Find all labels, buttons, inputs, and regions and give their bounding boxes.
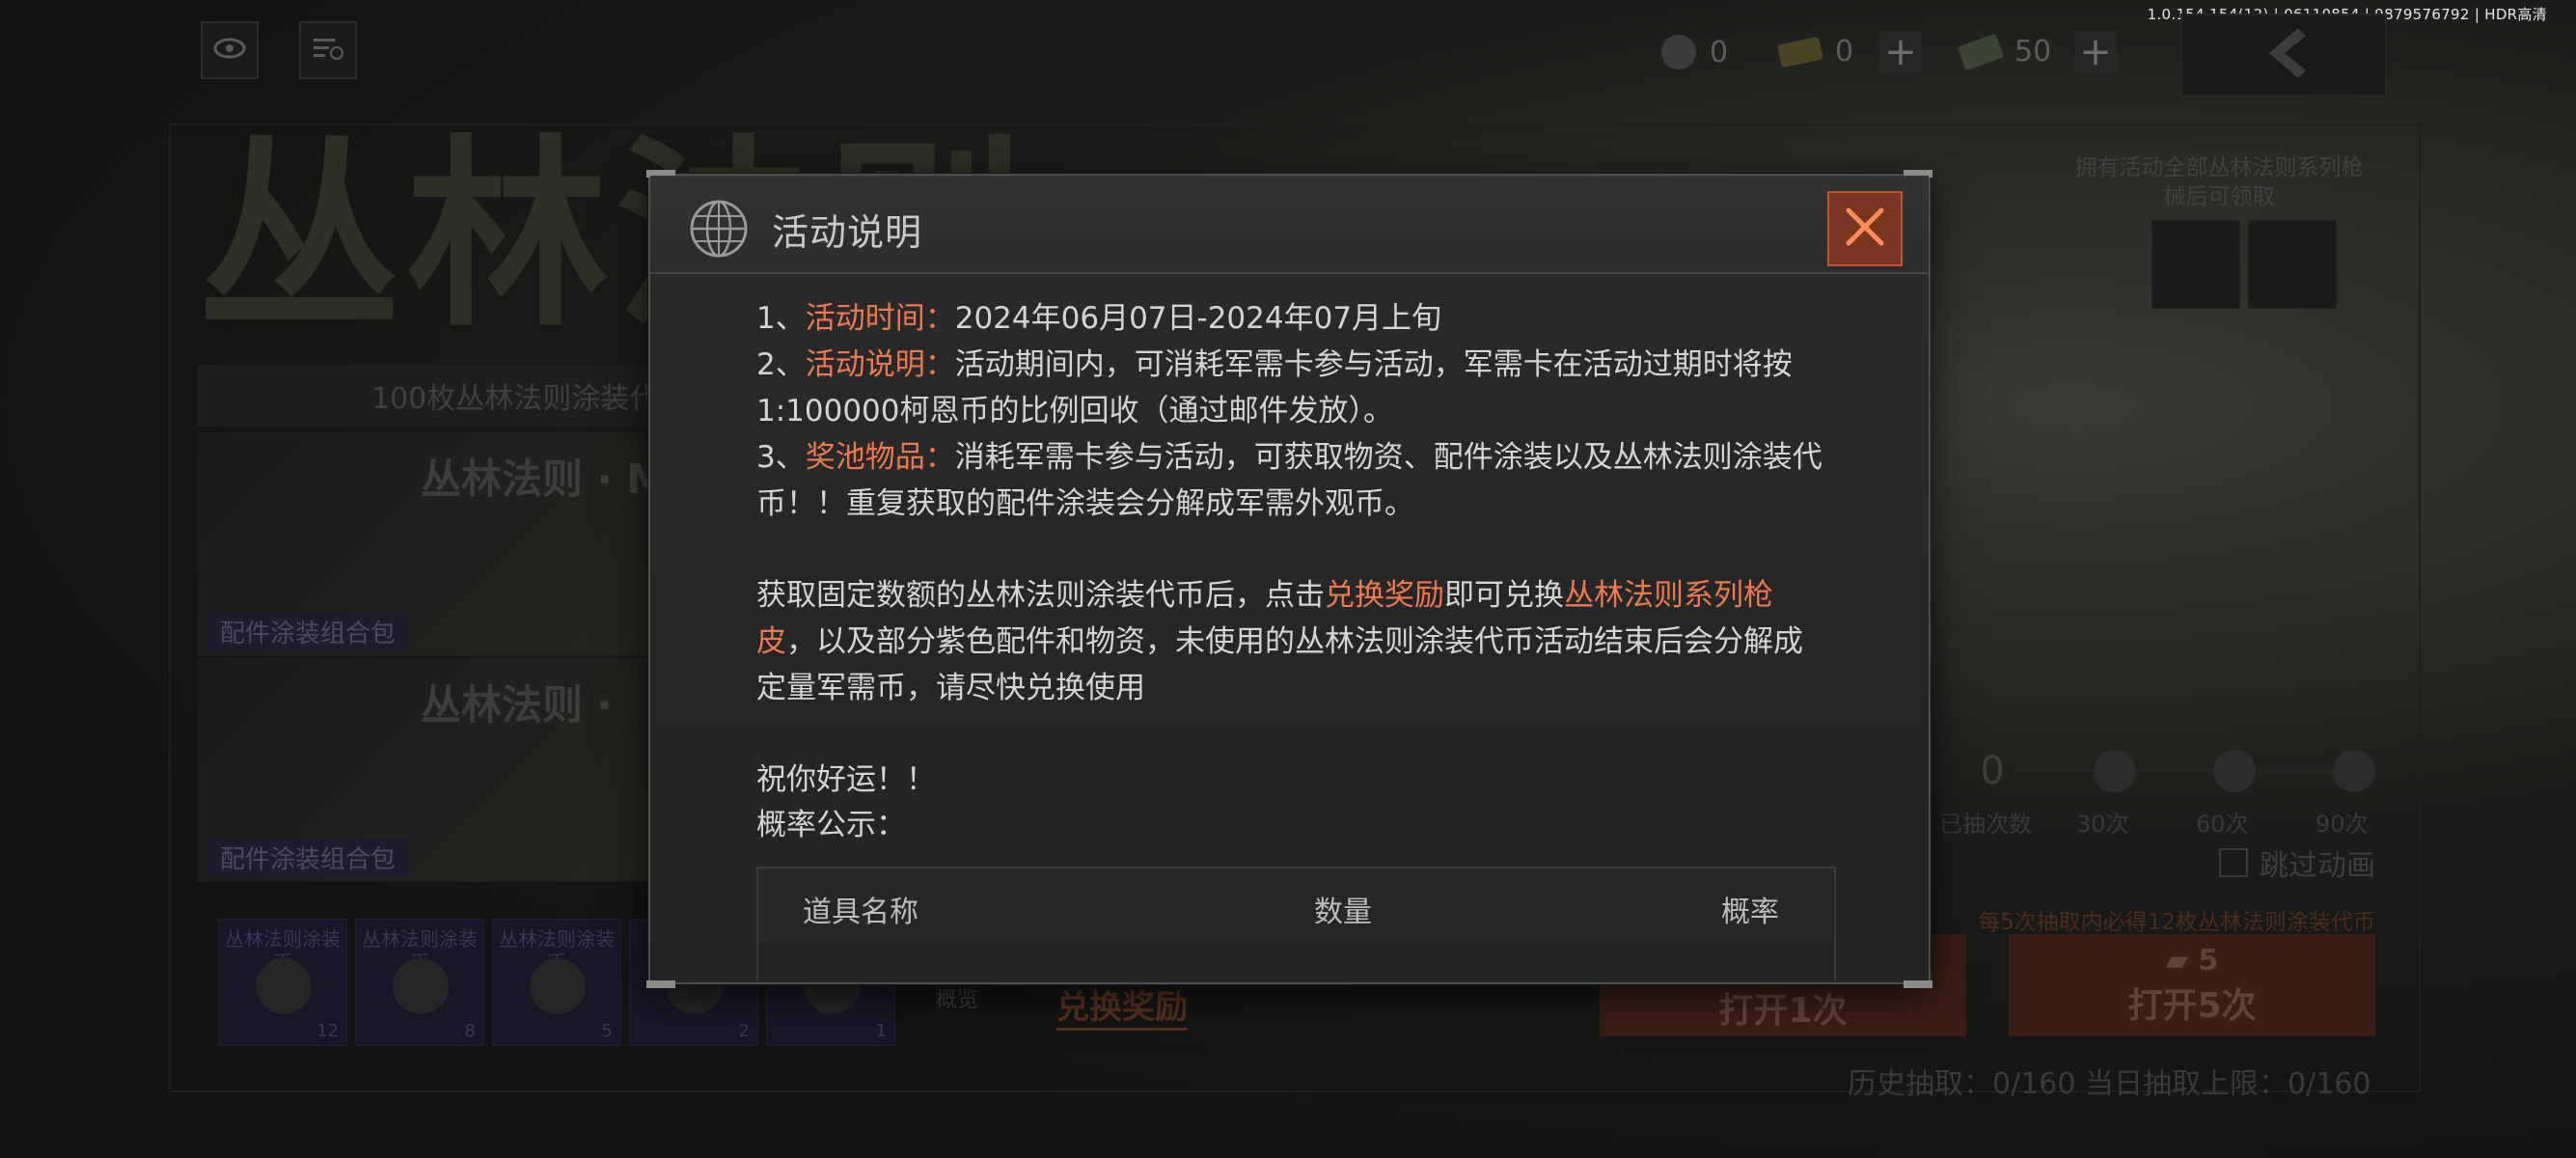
activity-info-dialog: 活动说明 1、活动时间：2024年06月07日-2024年07月上旬 2、活动说… bbox=[646, 170, 1932, 988]
add-ticket-button[interactable]: + bbox=[1879, 31, 1922, 73]
milestone-90-icon[interactable] bbox=[2333, 750, 2375, 792]
rule-prefix: 2、 bbox=[756, 347, 806, 382]
column-quantity: 数量 bbox=[1314, 896, 1372, 929]
weapon-card-tag: 配件涂装组合包 bbox=[206, 612, 410, 651]
coin-slot-count: 1 bbox=[875, 1021, 887, 1041]
plus-icon: + bbox=[2079, 30, 2112, 74]
overview-link[interactable]: 概览 bbox=[936, 982, 978, 1013]
coin-slot-count: 12 bbox=[316, 1021, 339, 1041]
exchange-paragraph: 获取固定数额的丛林法则涂装代币后，点击兑换奖励即可兑换丛林法则系列枪皮，以及部分… bbox=[756, 572, 1827, 711]
locked-reward-slot bbox=[2248, 220, 2337, 309]
progress-label: 60次 bbox=[2196, 811, 2249, 838]
weapon-card-name: 丛林法则 · M bbox=[421, 455, 667, 503]
rule-text: 2024年06月07日-2024年07月上旬 bbox=[954, 301, 1442, 336]
coin-icon bbox=[256, 958, 312, 1014]
rule-label: 奖池物品： bbox=[805, 440, 955, 475]
coin-slot[interactable]: 丛林法则涂装币 8 bbox=[355, 919, 484, 1046]
weapon-card-1[interactable]: 丛林法则 · M 配件涂装组合包 bbox=[198, 432, 667, 656]
checkbox[interactable] bbox=[2219, 848, 2248, 877]
progress-label: 30次 bbox=[2076, 811, 2129, 838]
currency-cash: 50 bbox=[1957, 33, 2052, 70]
exchange-text: ，以及部分紫色配件和物资，未使用的丛林法则涂装代币活动结束后会分解成定量军需币，… bbox=[756, 624, 1803, 705]
exchange-text: 即可兑换 bbox=[1444, 578, 1564, 613]
draw-count: 0 bbox=[1980, 749, 2005, 793]
eye-icon bbox=[213, 38, 246, 63]
exchange-reward-highlight: 兑换奖励 bbox=[1325, 578, 1444, 613]
exchange-reward-link[interactable]: 兑换奖励 bbox=[1056, 980, 1188, 1031]
progress-label: 已抽次数 bbox=[1939, 811, 2032, 838]
dialog-header: 活动说明 bbox=[650, 176, 1929, 274]
coin-slot[interactable]: 丛林法则涂装币 12 bbox=[218, 919, 347, 1046]
progress-label: 90次 bbox=[2316, 811, 2369, 838]
weapon-card-2[interactable]: 丛林法则 · 配件涂装组合包 bbox=[198, 658, 663, 882]
back-arrow-icon bbox=[2260, 26, 2308, 84]
cash-value: 50 bbox=[2014, 35, 2052, 69]
skip-animation-label: 跳过动画 bbox=[2260, 849, 2375, 883]
open-once-label: 打开1次 bbox=[1718, 991, 1848, 1031]
close-button[interactable] bbox=[1827, 191, 1903, 266]
ticket-icon bbox=[1776, 36, 1824, 68]
milestone-30-icon[interactable] bbox=[2094, 750, 2136, 792]
draw-progress-track: 0 bbox=[1968, 749, 2375, 793]
currency-ticket: 0 bbox=[1776, 35, 1854, 69]
coin-icon bbox=[393, 958, 449, 1014]
dialog-body: 1、活动时间：2024年06月07日-2024年07月上旬 2、活动说明：活动期… bbox=[756, 295, 1827, 848]
rule-label: 活动说明： bbox=[805, 347, 955, 382]
exchange-text: 获取固定数额的丛林法则涂装代币后，点击 bbox=[756, 578, 1325, 613]
coin-icon bbox=[1661, 35, 1696, 69]
guarantee-note: 每5次抽取内必得12枚丛林法则涂装代币 bbox=[1978, 910, 2375, 935]
add-cash-button[interactable]: + bbox=[2074, 31, 2117, 73]
coin-slot-count: 2 bbox=[738, 1021, 750, 1041]
open-five-cost-value: 5 bbox=[2198, 943, 2219, 978]
draw-history: 历史抽取：0/160 当日抽取上限：0/160 bbox=[1848, 1067, 2371, 1101]
own-all-note: 拥有活动全部丛林法则系列枪械后可领取 bbox=[2074, 155, 2364, 209]
probability-table: 道具名称 数量 概率 bbox=[756, 867, 1836, 980]
ticket-icon: ▰ bbox=[2165, 943, 2199, 978]
record-list-button[interactable] bbox=[299, 21, 357, 79]
good-luck-text: 祝你好运！！ bbox=[756, 762, 936, 797]
coin-slot[interactable]: 丛林法则涂装币 5 bbox=[492, 919, 621, 1046]
dialog-title: 活动说明 bbox=[772, 211, 923, 254]
coin-slot-count: 8 bbox=[464, 1021, 476, 1041]
ticket-value: 0 bbox=[1835, 35, 1854, 69]
probability-table-header: 道具名称 数量 概率 bbox=[758, 868, 1834, 942]
probability-label: 概率公示： bbox=[756, 808, 906, 842]
cash-icon bbox=[1957, 33, 2005, 70]
globe-icon bbox=[689, 199, 749, 259]
event-subtitle: 100枚丛林法则涂装代 bbox=[198, 365, 719, 427]
skip-animation-toggle[interactable]: 跳过动画 bbox=[2219, 841, 2375, 884]
rule-item-time: 1、活动时间：2024年06月07日-2024年07月上旬 bbox=[756, 295, 1827, 342]
rule-prefix: 3、 bbox=[756, 440, 806, 475]
locked-reward-slot bbox=[2151, 220, 2240, 309]
eye-button[interactable] bbox=[201, 21, 259, 79]
rule-label: 活动时间： bbox=[805, 301, 955, 336]
coin-slot-count: 5 bbox=[601, 1021, 613, 1041]
currency-coin: 0 bbox=[1661, 35, 1728, 69]
column-item-name: 道具名称 bbox=[803, 896, 918, 929]
plus-icon: + bbox=[1884, 30, 1917, 74]
open-five-label: 打开5次 bbox=[2127, 985, 2257, 1026]
open-five-cost: ▰ 5 bbox=[2166, 944, 2218, 978]
close-icon bbox=[1843, 205, 1887, 253]
rule-item-prize-pool: 3、奖池物品：消耗军需卡参与活动，可获取物资、配件涂装以及丛林法则涂装代币！！重… bbox=[756, 434, 1827, 527]
weapon-card-name: 丛林法则 · bbox=[421, 681, 613, 729]
rule-item-description: 2、活动说明：活动期间内，可消耗军需卡参与活动，军需卡在活动过期时将按1:100… bbox=[756, 342, 1827, 434]
coin-icon bbox=[530, 958, 586, 1014]
weapon-card-tag: 配件涂装组合包 bbox=[206, 838, 410, 877]
column-probability: 概率 bbox=[1721, 896, 1779, 929]
list-clock-icon bbox=[312, 36, 344, 65]
coin-value: 0 bbox=[1710, 35, 1729, 69]
milestone-60-icon[interactable] bbox=[2213, 750, 2256, 792]
rule-prefix: 1、 bbox=[756, 301, 806, 336]
back-button[interactable] bbox=[2180, 14, 2387, 96]
open-five-button[interactable]: ▰ 5 打开5次 bbox=[2009, 934, 2375, 1036]
